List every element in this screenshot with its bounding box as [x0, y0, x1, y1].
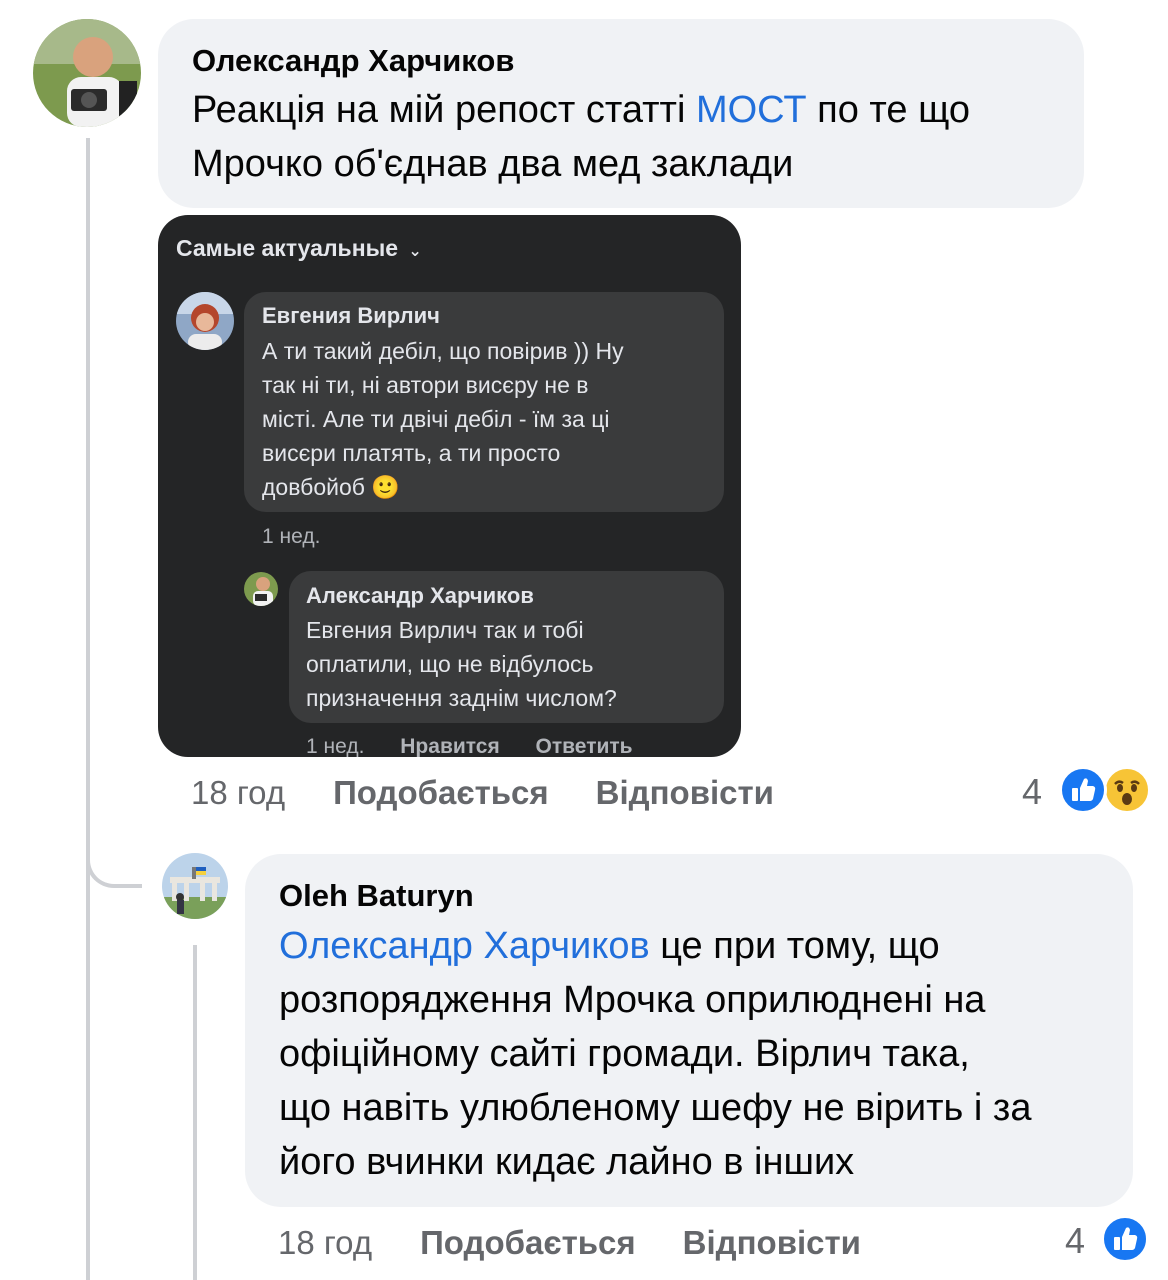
avatar[interactable] — [162, 853, 228, 919]
wow-icon[interactable] — [1103, 766, 1151, 814]
comment-line: висєри платять, а ти просто — [262, 440, 561, 466]
link-most[interactable]: МОСТ — [696, 89, 807, 131]
reply-line: призначення заднім числом? — [306, 685, 617, 711]
reply-link: Ответить — [535, 735, 633, 757]
smile-emoji-icon: 🙂 — [371, 474, 400, 500]
thread-connector — [86, 800, 142, 888]
comment-text-part: по те що — [806, 89, 971, 131]
like-link: Нравится — [400, 735, 500, 757]
reply-line: його вчинки кидає лайно в інших — [279, 1141, 855, 1183]
avatar — [244, 572, 278, 606]
reply-time[interactable]: 18 год — [278, 1224, 372, 1262]
like-button[interactable]: Подобається — [420, 1224, 636, 1262]
reply-actions: 18 год Подобається Відповісти — [278, 1224, 861, 1262]
comment-line: довбойоб 🙂 — [262, 470, 624, 504]
comment-text: А ти такий дебіл, що повірив )) Ну так н… — [262, 334, 624, 504]
comment-line: місті. Але ти двічі дебіл - їм за ці — [262, 406, 610, 432]
chevron-down-icon: ⌄ — [408, 243, 422, 260]
reply-author: Александр Харчиков — [306, 583, 534, 608]
comment-line: так ні ти, ні автори висєру не в — [262, 372, 589, 398]
reply-author[interactable]: Oleh Baturyn — [279, 878, 474, 914]
thread-line — [86, 138, 90, 1280]
comment-text: Реакція на мій репост статті МОСТ по те … — [192, 83, 970, 191]
comment-author: Евгения Вирлич — [262, 303, 440, 328]
comment-text-part: Мрочко об'єднав два мед заклади — [192, 143, 794, 185]
reply-line: офіційному сайті громади. Вірлич така, — [279, 1033, 970, 1075]
like-icon[interactable] — [1101, 1215, 1149, 1263]
comment-time: 1 нед. — [262, 525, 321, 548]
comment-actions: 18 год Подобається Відповісти — [191, 774, 774, 812]
reply-time: 1 нед. — [306, 735, 365, 757]
reply-text: Евгения Вирлич так и тобі оплатили, що н… — [306, 613, 617, 715]
reply-thread-line — [193, 945, 197, 1280]
reply-line: розпорядження Мрочка оприлюднені на — [279, 979, 986, 1021]
reactions-count[interactable]: 4 — [1065, 1220, 1085, 1262]
reply-line: оплатили, що не відбулось — [306, 651, 594, 677]
sort-label: Самые актуальные — [176, 235, 399, 261]
comment-line-text: довбойоб — [262, 474, 365, 500]
comment-author[interactable]: Олександр Харчиков — [192, 43, 514, 79]
reply-line: що навіть улюбленому шефу не вірить і за — [279, 1087, 1032, 1129]
attached-screenshot[interactable]: Самые актуальные ⌄ Евгения Вирлич А ти т… — [158, 215, 741, 757]
avatar[interactable] — [33, 19, 141, 127]
avatar — [176, 292, 234, 350]
like-button[interactable]: Подобається — [333, 774, 549, 812]
reply-line: Олександр Харчиков це при тому, що — [279, 919, 1031, 973]
reply-text-part: це при тому, що — [649, 925, 940, 967]
reactions-count[interactable]: 4 — [1022, 771, 1042, 813]
comment-line: А ти такий дебіл, що повірив )) Ну — [262, 338, 624, 364]
reply-text: Олександр Харчиков це при тому, що розпо… — [279, 919, 1031, 1189]
comment-time[interactable]: 18 год — [191, 774, 285, 812]
comment-text-part: Реакція на мій репост статті — [192, 89, 696, 131]
reply-button[interactable]: Відповісти — [596, 774, 774, 812]
reply-line: Евгения Вирлич так и тобі — [306, 617, 584, 643]
reply-button[interactable]: Відповісти — [683, 1224, 861, 1262]
reply-meta: 1 нед. Нравится Ответить — [306, 735, 633, 757]
like-icon[interactable] — [1059, 766, 1107, 814]
sort-dropdown: Самые актуальные ⌄ — [176, 235, 422, 262]
mention-link[interactable]: Олександр Харчиков — [279, 925, 650, 967]
